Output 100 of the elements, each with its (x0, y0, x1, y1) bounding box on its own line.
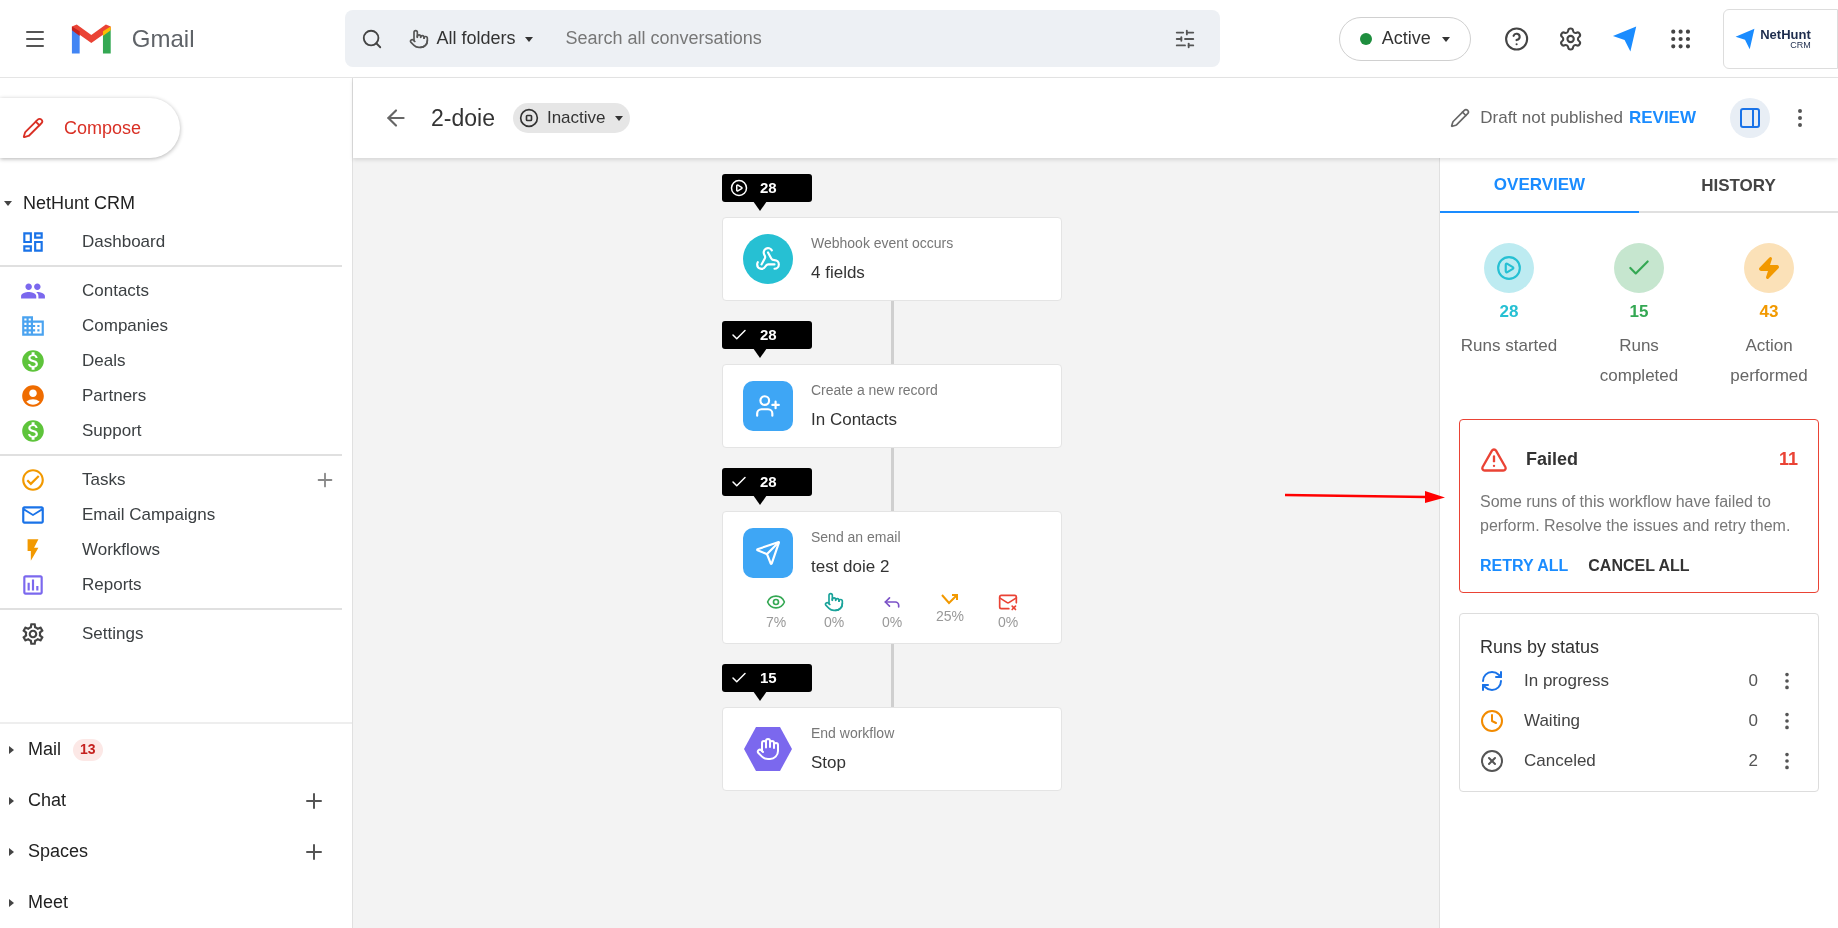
bounce-icon (940, 592, 960, 606)
search-icon[interactable] (360, 27, 383, 50)
step-label: Webhook event occurs (811, 233, 954, 253)
search-bar[interactable]: All folders Search all conversations (344, 10, 1221, 67)
sync-icon (1480, 668, 1504, 693)
send-icon (743, 528, 793, 578)
sidebar-item[interactable]: Companies (82, 312, 168, 339)
clock-icon (1480, 708, 1504, 733)
section-link[interactable]: Chat (28, 787, 67, 814)
compose-button[interactable]: Compose (0, 98, 180, 158)
caret-icon (6, 795, 16, 806)
stat-value: 0% (823, 613, 845, 632)
play-icon (1496, 255, 1522, 281)
status-label: In progress (1524, 669, 1610, 692)
workflow-title: 2-doie (431, 103, 495, 133)
stat-value: 0% (997, 613, 1019, 632)
step-value: Stop (811, 751, 847, 774)
caret-icon (3, 198, 13, 208)
bird-icon (1734, 26, 1757, 51)
step-value: test doie 2 (811, 555, 891, 578)
sidebar-item[interactable]: Partners (82, 382, 147, 409)
search-field[interactable]: Search all conversations (565, 25, 1161, 52)
sidebar-item[interactable]: Reports (82, 571, 142, 598)
stat-value: 0% (881, 613, 903, 632)
unread-count: 13 (73, 738, 103, 761)
caret-icon (6, 897, 16, 908)
metric-value: 43 (1759, 301, 1779, 323)
caret-icon (613, 113, 624, 123)
filter-icon[interactable] (1174, 27, 1197, 50)
sidebar-item[interactable]: Email Campaigns (82, 501, 216, 528)
lightning-icon (1757, 256, 1781, 280)
pointer-icon (824, 592, 844, 612)
failed-count: 11 (1778, 448, 1798, 471)
caret-icon (6, 744, 16, 755)
logo-sub: CRM (1790, 40, 1811, 50)
settings-icon (20, 620, 46, 647)
mail-x-icon (998, 592, 1018, 612)
dollar-icon (20, 417, 46, 444)
action-button[interactable]: CANCEL ALL (1588, 553, 1690, 578)
status-dropdown[interactable]: Inactive (512, 103, 630, 133)
section-link[interactable]: Spaces (28, 838, 89, 865)
app-name: Gmail (131, 23, 195, 54)
cancel-icon (1480, 748, 1504, 773)
step-card[interactable]: Webhook event occurs 4 fields (722, 217, 1062, 301)
pencil-icon (22, 117, 44, 139)
logo-name: NetHunt (1760, 27, 1811, 41)
card-title: Runs by status (1480, 635, 1601, 659)
step-card[interactable]: End workflow Stop (722, 707, 1062, 791)
sidebar-item[interactable]: Deals (82, 347, 126, 374)
status-count: 2 (1748, 749, 1758, 772)
sidebar-item[interactable]: Settings (82, 620, 144, 647)
section-header[interactable]: NetHunt CRM (0, 188, 352, 218)
folder-dropdown[interactable]: All folders (408, 25, 534, 52)
step-value: In Contacts (811, 408, 898, 431)
panel-tab[interactable]: HISTORY (1639, 158, 1838, 213)
sidebar-item[interactable]: Contacts (82, 277, 150, 304)
section-link[interactable]: Meet (28, 889, 69, 916)
status-count: 0 (1748, 709, 1758, 732)
status-count: 0 (1748, 669, 1758, 692)
person-icon (20, 382, 46, 409)
panel-icon (1738, 106, 1762, 130)
caret-icon (6, 846, 16, 857)
sidebar-item[interactable]: Support (82, 417, 142, 444)
sidebar-item[interactable]: Dashboard (82, 228, 166, 255)
warning-icon (1480, 445, 1508, 474)
step-card[interactable]: Send an email test doie 2 7% 0% 0% 25% 0% (722, 511, 1062, 644)
panel-toggle[interactable] (1730, 98, 1770, 138)
step-card[interactable]: Create a new record In Contacts (722, 364, 1062, 448)
play-icon (730, 179, 748, 197)
pointer-icon (408, 28, 429, 49)
help-icon[interactable] (1504, 25, 1530, 52)
step-label: Send an email (811, 527, 901, 547)
failed-title: Failed (1526, 448, 1578, 471)
dollar-icon (20, 347, 46, 374)
stat-value: 7% (765, 613, 787, 632)
run-count: 28 (760, 177, 777, 198)
sidebar-item[interactable]: Tasks (82, 466, 126, 493)
failed-message: Some runs of this workflow have failed to perform. Resolve the issues and retry them. (1480, 491, 1792, 536)
run-count: 28 (760, 471, 777, 492)
metric-label: Runs completed (1598, 334, 1680, 387)
step-label: Create a new record (811, 380, 938, 400)
section-link[interactable]: Mail (28, 736, 61, 763)
eye-icon (766, 592, 786, 612)
pencil-icon (1450, 108, 1471, 128)
status-label: Waiting (1524, 709, 1581, 732)
metric-label: Runs started (1460, 334, 1558, 357)
stop-hand-icon (743, 724, 793, 774)
add-person-icon (743, 381, 793, 431)
run-count: 28 (760, 324, 777, 345)
step-label: End workflow (811, 723, 895, 743)
nethunt-logo[interactable]: NetHunt CRM (1723, 8, 1838, 69)
metric-label: Action performed (1729, 334, 1809, 387)
sidebar-item[interactable]: Workflows (82, 536, 161, 563)
metric-value: 15 (1629, 301, 1649, 323)
webhook-icon (743, 234, 793, 284)
stop-icon (518, 108, 539, 128)
draft-status: Draft not published (1480, 107, 1623, 130)
status-label: Canceled (1524, 749, 1596, 772)
stat-value: 25% (936, 607, 964, 626)
settings-icon[interactable] (1557, 25, 1583, 52)
